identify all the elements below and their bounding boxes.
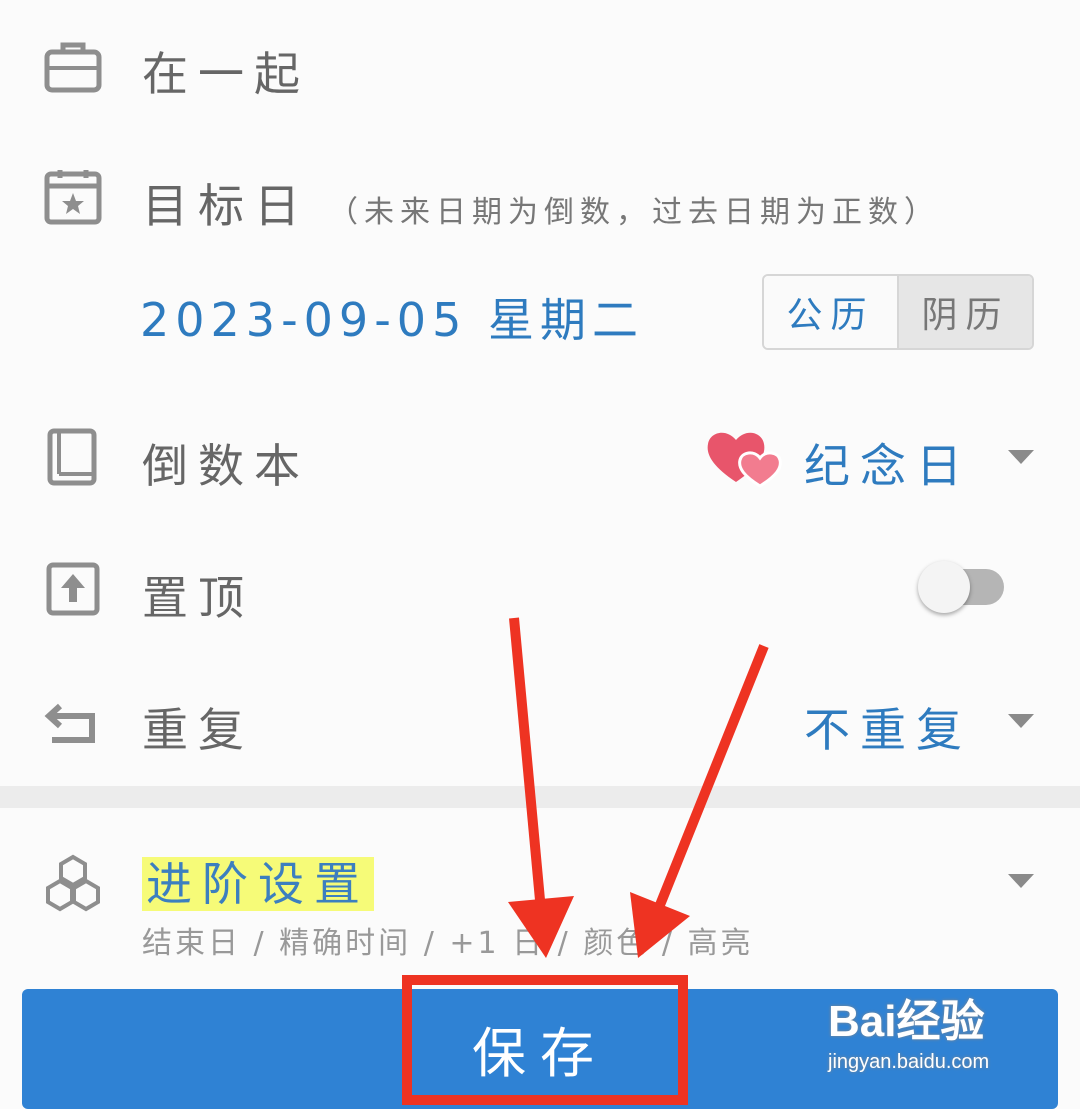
date-value[interactable]: 2023-09-05 星期二 bbox=[140, 284, 644, 350]
watermark-url: jingyan.baidu.com bbox=[828, 1051, 990, 1073]
watermark-logo: Bai经验 bbox=[828, 997, 985, 1046]
lunar-calendar-option[interactable]: 阴历 bbox=[899, 276, 1032, 348]
chevron-down-icon bbox=[1008, 874, 1034, 888]
countdown-book-label: 倒数本 bbox=[142, 439, 310, 493]
countdown-book-value: 纪念日 bbox=[804, 439, 972, 493]
advanced-settings-title: 进阶设置 bbox=[142, 857, 374, 911]
target-date-note: （未来日期为倒数，过去日期为正数） bbox=[328, 195, 940, 230]
title-text: 在一起 bbox=[142, 47, 310, 101]
target-date-label: 目标日 （未来日期为倒数，过去日期为正数） bbox=[142, 170, 940, 236]
chevron-down-icon bbox=[1008, 450, 1034, 464]
advanced-settings-row[interactable]: 进阶设置 结束日 / 精确时间 / +1 日 / 颜色 / 高亮 bbox=[0, 848, 1080, 961]
section-divider bbox=[0, 786, 1080, 808]
chevron-down-icon bbox=[1008, 714, 1034, 728]
book-icon bbox=[47, 428, 97, 486]
solar-calendar-option[interactable]: 公历 bbox=[764, 276, 899, 348]
repeat-row[interactable]: 重复 不重复 bbox=[0, 688, 1080, 758]
countdown-book-row[interactable]: 倒数本 纪念日 bbox=[0, 424, 1080, 494]
pin-top-label: 置顶 bbox=[142, 571, 254, 625]
calendar-star-icon bbox=[44, 170, 102, 225]
advanced-settings-label: 进阶设置 bbox=[142, 848, 374, 914]
cubes-icon bbox=[46, 854, 100, 912]
hearts-icon bbox=[707, 432, 782, 488]
highlight-box bbox=[402, 975, 688, 1105]
repeat-icon bbox=[44, 703, 95, 743]
repeat-label: 重复 bbox=[142, 703, 254, 757]
watermark: Bai经验 jingyan.baidu.com bbox=[828, 985, 989, 1074]
advanced-settings-subtitle: 结束日 / 精确时间 / +1 日 / 颜色 / 高亮 bbox=[142, 926, 754, 961]
calendar-type-toggle: 公历 阴历 bbox=[762, 274, 1034, 350]
switch-knob bbox=[918, 561, 970, 613]
title-row[interactable]: 在一起 bbox=[0, 30, 1080, 110]
pin-up-icon bbox=[46, 562, 100, 616]
repeat-value: 不重复 bbox=[804, 703, 972, 757]
target-date-title: 目标日 bbox=[142, 179, 310, 233]
target-date-row: 目标日 （未来日期为倒数，过去日期为正数） bbox=[0, 166, 1080, 236]
briefcase-icon bbox=[44, 42, 102, 93]
